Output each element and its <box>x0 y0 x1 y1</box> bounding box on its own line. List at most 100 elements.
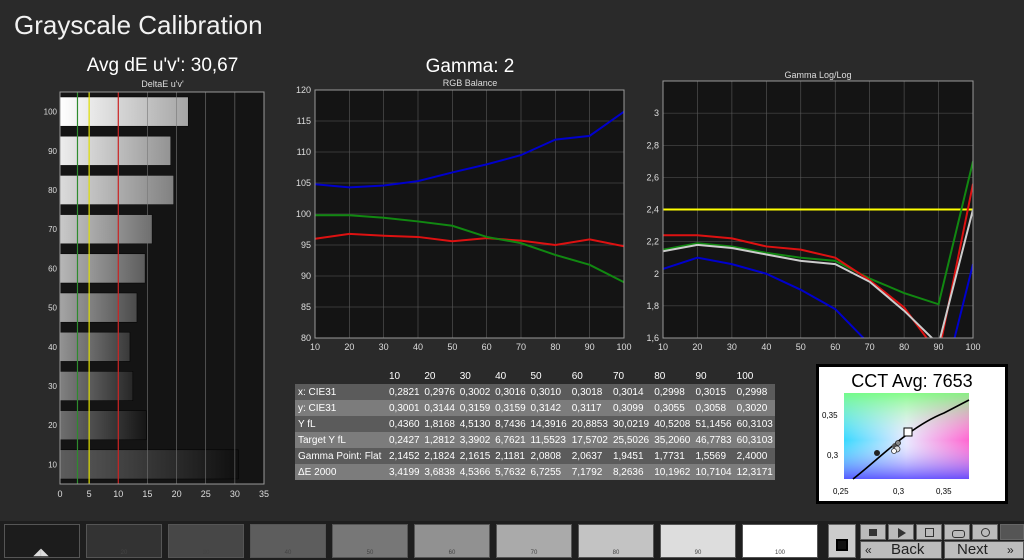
cie-diagram: 0,35 0,3 0,25 0,3 0,35 <box>822 393 970 496</box>
stop-icon <box>836 539 848 551</box>
xtick-label: 40 <box>761 342 771 352</box>
play-button[interactable] <box>888 524 914 540</box>
delta-e-xtick: 15 <box>142 489 152 499</box>
table-cell: 10,1962 <box>651 464 693 480</box>
table-cell: 0,3055 <box>651 400 693 416</box>
table-cell: 8,2636 <box>609 464 652 480</box>
gray-patch-button[interactable]: 50 <box>332 524 408 558</box>
table-cell: 0,2976 <box>421 384 457 400</box>
table-cell: 10,7104 <box>692 464 734 480</box>
delta-e-xtick: 10 <box>113 489 123 499</box>
table-cell: 8,7436 <box>492 416 528 432</box>
table-cell: 0,2427 <box>386 432 422 448</box>
table-cell: 0,3010 <box>527 384 569 400</box>
table-cell: 0,3142 <box>527 400 569 416</box>
table-cell: 0,4360 <box>386 416 422 432</box>
table-cell: 20,8853 <box>568 416 610 432</box>
delta-e-ytick: 20 <box>48 421 57 430</box>
table-cell: 2,0808 <box>527 448 569 464</box>
table-header-cell: 80 <box>654 370 666 382</box>
link-icon <box>952 530 965 538</box>
table-header-cell: 90 <box>695 370 707 382</box>
table-header-cell: 100 <box>736 370 754 382</box>
patch-label: 30 <box>202 550 210 556</box>
table-cell: 35,2060 <box>651 432 693 448</box>
table-cell: 5,7632 <box>492 464 528 480</box>
table-cell: 0,3117 <box>568 400 610 416</box>
next-button[interactable]: Next » <box>944 541 1024 559</box>
gray-patch-button[interactable]: 40 <box>250 524 326 558</box>
delta-e-xtick: 35 <box>259 489 269 499</box>
table-row: ΔE 2000 3,4199 3,6838 4,5366 5,7632 6,7255 7,1… <box>295 464 775 480</box>
table-row: y: CIE31 0,3001 0,3144 0,3159 0,3159 0,3142 0,… <box>295 400 775 416</box>
delta-e-bar <box>59 449 239 480</box>
table-cell: 2,4000 <box>733 448 775 464</box>
table-row-label: y: CIE31 <box>295 400 386 416</box>
delta-e-bar <box>59 371 134 401</box>
table-row-label: Gamma Point: Flat <box>295 448 386 464</box>
xtick-label: 90 <box>934 342 944 352</box>
delta-e-xtick: 5 <box>87 489 92 499</box>
save-button[interactable] <box>916 524 942 540</box>
gray-patch-button[interactable]: 90 <box>660 524 736 558</box>
table-cell: 1,5569 <box>692 448 734 464</box>
table-row-label: x: CIE31 <box>295 384 386 400</box>
link-button[interactable] <box>944 524 970 540</box>
delta-e-xtick: 30 <box>230 489 240 499</box>
patch-label: 40 <box>284 550 292 556</box>
gray-patch-button[interactable]: 100 <box>742 524 818 558</box>
table-header-cell: 50 <box>530 370 542 382</box>
cie-xtick: 0,25 <box>833 487 849 496</box>
xtick-label: 50 <box>796 342 806 352</box>
table-cell: 0,3159 <box>492 400 528 416</box>
delta-e-ytick: 10 <box>48 460 57 469</box>
measurement-table: 10 20 30 40 50 60 70 80 90 100 x: CIE31 0,2821 0,297… <box>295 368 775 480</box>
patch-label: 20 <box>120 550 128 556</box>
table-cell: 4,5366 <box>456 464 493 480</box>
table-cell: 1,2812 <box>421 432 457 448</box>
table-cell: 3,3902 <box>456 432 493 448</box>
cct-panel: CCT Avg: 7653 0,35 0,3 0,25 0,3 0,35 <box>816 364 1008 504</box>
ytick-label: 1,8 <box>646 301 659 311</box>
table-cell: 3,4199 <box>386 464 422 480</box>
table-row: x: CIE31 0,2821 0,2976 0,3002 0,3016 0,3010 0,… <box>295 384 775 400</box>
patch-label: 100 <box>774 550 785 556</box>
table-cell: 6,7621 <box>492 432 528 448</box>
delta-e-xtick: 0 <box>57 489 62 499</box>
extra-button[interactable] <box>1000 524 1024 540</box>
table-cell: 2,1452 <box>386 448 422 464</box>
refresh-button[interactable] <box>972 524 998 540</box>
xtick-label: 60 <box>830 342 840 352</box>
table-cell: 4,5130 <box>456 416 493 432</box>
table-cell: 46,7783 <box>692 432 734 448</box>
table-header-cell: 60 <box>571 370 583 382</box>
gray-patch-button[interactable]: 30 <box>168 524 244 558</box>
gray-patch-button[interactable]: 80 <box>578 524 654 558</box>
ytick-label: 2,4 <box>646 205 659 215</box>
gamma-log-chart: 1,61,822,22,42,62,8310 20 30 40 50 60 70 80 90 10… <box>646 80 981 352</box>
play-icon <box>898 528 906 538</box>
table-row: Gamma Point: Flat 2,1452 2,1824 2,1615 2,118… <box>295 448 775 464</box>
back-icon: « <box>865 543 872 557</box>
patch-label: 50 <box>366 550 374 556</box>
xtick-label: 10 <box>658 342 668 352</box>
ytick-label: 2 <box>654 269 659 279</box>
gray-patch-button[interactable]: 20 <box>86 524 162 558</box>
view-toggle-button[interactable] <box>828 524 856 558</box>
table-cell: 14,3916 <box>527 416 569 432</box>
table-cell: 3,6838 <box>421 464 457 480</box>
xtick-label: 20 <box>692 342 702 352</box>
gray-patch-button[interactable]: 60 <box>414 524 490 558</box>
table-cell: 1,7731 <box>651 448 693 464</box>
table-header-cell: 40 <box>495 370 507 382</box>
stop-button[interactable] <box>860 524 886 540</box>
table-header-cell: 70 <box>612 370 625 382</box>
next-icon: » <box>1007 543 1014 557</box>
back-button[interactable]: « Back <box>860 541 942 559</box>
table-cell: 7,1792 <box>568 464 610 480</box>
target-point <box>903 427 913 437</box>
patch-label: 80 <box>612 550 620 556</box>
gray-patch-button[interactable]: 70 <box>496 524 572 558</box>
xtick-label: 80 <box>899 342 909 352</box>
table-cell: 1,8168 <box>421 416 457 432</box>
